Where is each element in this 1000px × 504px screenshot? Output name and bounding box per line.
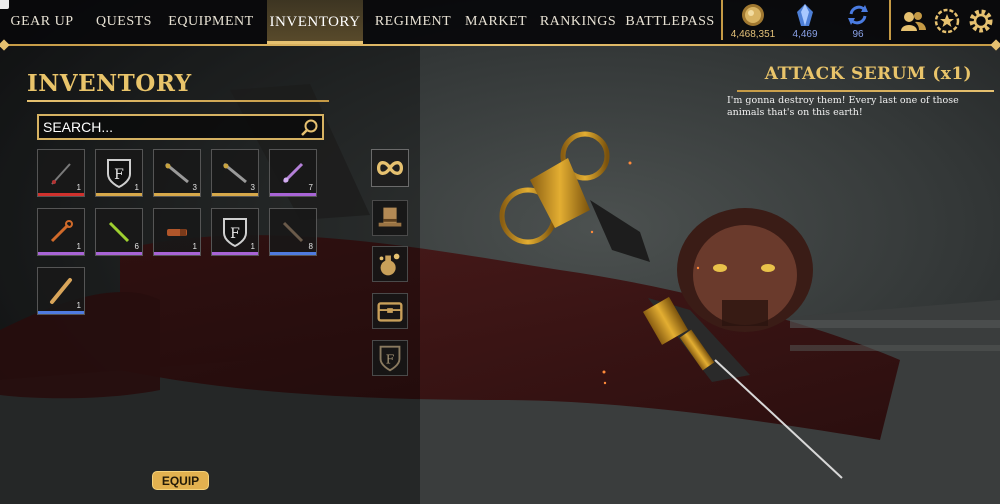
rarity-bar (270, 252, 316, 255)
rarity-bar (38, 252, 84, 255)
window-corner-tab (0, 0, 9, 9)
tab-inventory[interactable]: INVENTORY (267, 0, 363, 44)
inventory-title-rule (27, 100, 329, 102)
tab-regiment[interactable]: REGIMENT (372, 0, 454, 44)
item-quantity: 3 (250, 183, 255, 192)
potion-icon (379, 253, 400, 276)
item-quantity: 1 (76, 242, 81, 251)
syringe-icon (223, 162, 247, 184)
tab-equipment[interactable]: EQUIPMENT (165, 0, 257, 44)
inventory-grid: 1 F 1 3 3 7 1 6 1 F 1 8 1 (37, 149, 327, 319)
achievements-icon[interactable] (933, 7, 961, 35)
search-input[interactable] (43, 119, 293, 135)
inventory-slot[interactable]: 1 (37, 208, 85, 256)
rarity-bar (212, 252, 258, 255)
top-navigation-bar: GEAR UP QUESTS EQUIPMENT INVENTORY REGIM… (0, 0, 1000, 44)
crystal-amount: 4,469 (792, 29, 818, 40)
selected-item-description: I'm gonna destroy them! Every last one o… (727, 95, 959, 118)
wooden-stick-icon (50, 278, 72, 304)
orange-key-icon (50, 220, 73, 243)
gold-amount: 4,468,351 (730, 29, 776, 40)
friends-icon[interactable] (899, 7, 927, 35)
inventory-slot[interactable]: 6 (95, 208, 143, 256)
gold-coin-icon (742, 4, 764, 26)
green-blade-icon (108, 221, 130, 243)
dark-blade-icon (282, 221, 304, 243)
family-crest-icon: F (107, 159, 131, 189)
item-quantity: 6 (134, 242, 139, 251)
item-quantity: 1 (134, 183, 139, 192)
rarity-bar (270, 193, 316, 196)
svg-text:F: F (386, 353, 395, 367)
tab-battlepass[interactable]: BATTLEPASS (625, 0, 714, 44)
tab-gear-up[interactable]: GEAR UP (0, 0, 84, 44)
category-all-button[interactable] (371, 149, 409, 187)
settings-icon[interactable] (967, 7, 995, 35)
inventory-slot[interactable]: 8 (269, 208, 317, 256)
blue-crystal-icon (797, 4, 813, 26)
purple-syringe-icon (282, 162, 304, 184)
syringe-icon (165, 162, 189, 184)
inventory-slot[interactable]: F 1 (95, 149, 143, 197)
category-consumables-button[interactable] (372, 246, 408, 282)
chest-icon (377, 302, 403, 322)
family-crest-icon: F (223, 218, 247, 248)
inventory-slot[interactable]: 7 (269, 149, 317, 197)
item-quantity: 1 (76, 183, 81, 192)
item-quantity: 3 (192, 183, 197, 192)
tab-quests[interactable]: QUESTS (88, 0, 160, 44)
reroll-amount: 96 (852, 29, 864, 40)
infinity-icon (376, 161, 404, 175)
rarity-bar (38, 311, 84, 314)
category-cosmetics-button[interactable] (372, 200, 408, 236)
refresh-token-icon (848, 5, 868, 25)
currency-rerolls: 96 (827, 0, 889, 44)
item-quantity: 1 (76, 301, 81, 310)
topbar-gold-rule (0, 44, 1000, 46)
top-hat-icon (378, 207, 402, 227)
equip-button[interactable]: EQUIP (152, 471, 209, 490)
family-crest-icon: F (379, 345, 401, 372)
search-box[interactable] (37, 114, 324, 140)
category-chests-button[interactable] (372, 293, 408, 329)
item-quantity: 1 (192, 242, 197, 251)
rarity-bar (96, 252, 142, 255)
rarity-bar (154, 193, 200, 196)
rarity-bar (212, 193, 258, 196)
inventory-slot[interactable]: F 1 (211, 208, 259, 256)
rarity-bar (154, 252, 200, 255)
svg-text:F: F (230, 226, 240, 242)
inventory-slot[interactable]: 1 (37, 267, 85, 315)
inventory-title: INVENTORY (27, 70, 192, 97)
inventory-slot[interactable]: 3 (153, 149, 201, 197)
tab-rankings[interactable]: RANKINGS (538, 0, 618, 44)
item-quantity: 1 (250, 242, 255, 251)
item-quantity: 8 (308, 242, 313, 251)
inventory-slot[interactable]: 1 (37, 149, 85, 197)
nav-divider (889, 0, 891, 40)
red-blade-icon (51, 163, 71, 185)
svg-text:F: F (114, 167, 124, 183)
selected-item-title: ATTACK SERUM (x1) (764, 64, 972, 84)
rarity-bar (96, 193, 142, 196)
category-families-button[interactable]: F (372, 340, 408, 376)
rarity-bar (38, 193, 84, 196)
canister-icon (167, 229, 187, 236)
item-quantity: 7 (308, 183, 313, 192)
tab-market[interactable]: MARKET (462, 0, 530, 44)
inventory-slot[interactable]: 3 (211, 149, 259, 197)
inventory-slot[interactable]: 1 (153, 208, 201, 256)
item-title-rule (737, 90, 994, 92)
search-icon[interactable] (300, 118, 319, 137)
